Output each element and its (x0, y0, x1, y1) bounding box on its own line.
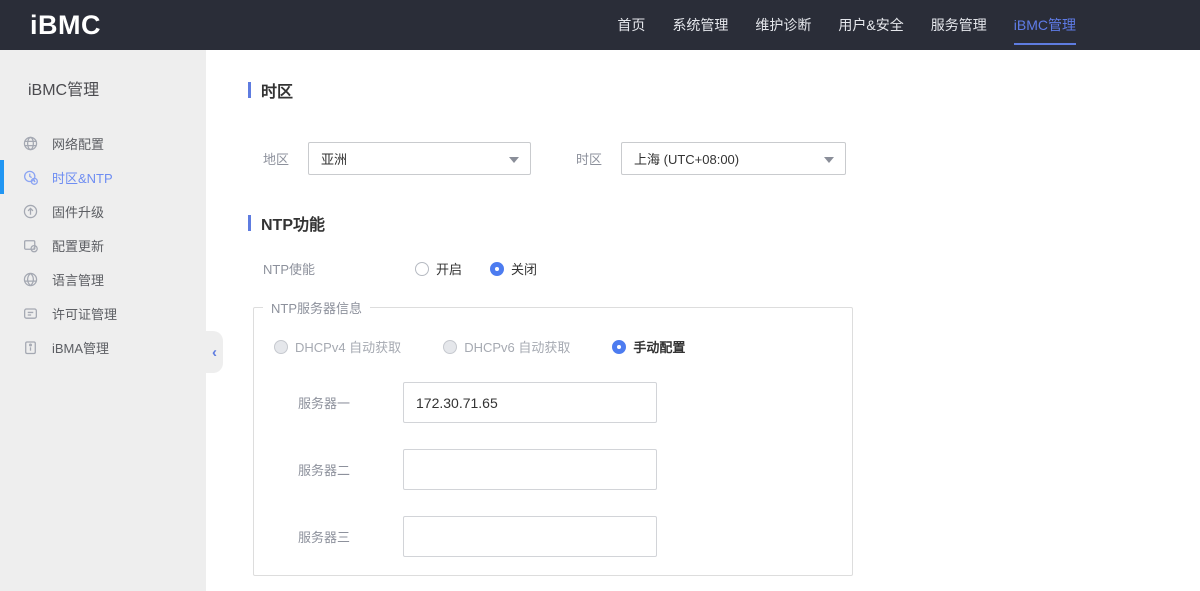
radio-label: 关闭 (511, 262, 538, 277)
timezone-select-value: 上海 (UTC+08:00) (634, 152, 740, 167)
radio-option-enable-off[interactable]: 关闭 (490, 259, 537, 278)
ntp-server-row-3: 服务器三 (298, 516, 852, 557)
nav-item-maintenance-diagnostics[interactable]: 维护诊断 (755, 0, 811, 50)
sidebar-item-timezone-ntp[interactable]: 时区&NTP (0, 160, 206, 194)
radio-option-dhcpv6-auto[interactable]: DHCPv6 自动获取 (443, 337, 570, 356)
ntp-enable-label: NTP使能 (263, 262, 316, 277)
nav-item-user-security[interactable]: 用户&安全 (838, 0, 903, 50)
sidebar-item-label: 固件升级 (52, 204, 105, 220)
region-label: 地区 (263, 152, 290, 167)
ntp-server-info-group: NTP服务器信息 DHCPv4 自动获取 DHCPv6 自动获取 手动配置 服务… (253, 298, 853, 576)
timezone-icon (22, 169, 39, 186)
timezone-form-row: 地区 亚洲 时区 上海 (UTC+08:00) (263, 142, 1200, 175)
server-three-label: 服务器三 (298, 530, 351, 545)
nav-item-home[interactable]: 首页 (617, 0, 645, 50)
section-title-text: 时区 (261, 84, 294, 101)
ntp-enable-radio-group: 开启 关闭 (415, 259, 537, 278)
accent-bar (248, 215, 251, 231)
radio-label: 手动配置 (633, 340, 686, 355)
server-two-input[interactable] (403, 449, 657, 490)
radio-label: DHCPv6 自动获取 (464, 340, 571, 355)
sidebar-item-ibma-management[interactable]: iBMA管理 (0, 330, 206, 364)
radio-option-manual-config[interactable]: 手动配置 (612, 337, 685, 356)
sidebar-item-label: 配置更新 (52, 238, 105, 254)
ntp-server-mode-row: DHCPv4 自动获取 DHCPv6 自动获取 手动配置 (274, 337, 852, 356)
sidebar-collapse-button[interactable]: ‹ (206, 331, 223, 373)
ibmc-logo: iBMC (30, 9, 101, 40)
ntp-section-title: NTP功能 (248, 211, 1200, 235)
region-select-value: 亚洲 (321, 152, 348, 167)
language-icon (22, 271, 39, 288)
firmware-upgrade-icon (22, 203, 39, 220)
timezone-section-title: 时区 (248, 78, 1200, 102)
ntp-server-info-legend: NTP服务器信息 (271, 301, 363, 316)
config-update-icon (22, 237, 39, 254)
sidebar-item-firmware-upgrade[interactable]: 固件升级 (0, 194, 206, 228)
radio-disabled-icon (274, 339, 288, 354)
server-one-input[interactable] (403, 382, 657, 423)
sidebar: iBMC管理 网络配置 时区&NTP 固件升级 配置更新 语言管理 许可证管理 … (0, 50, 223, 591)
region-select[interactable]: 亚洲 (308, 142, 531, 175)
sidebar-item-license-management[interactable]: 许可证管理 (0, 296, 206, 330)
nav-item-ibmc-management[interactable]: iBMC管理 (1013, 0, 1077, 50)
server-one-label: 服务器一 (298, 396, 351, 411)
radio-disabled-icon (443, 339, 458, 354)
top-nav: 首页 系统管理 维护诊断 用户&安全 服务管理 iBMC管理 (617, 0, 1077, 50)
timezone-select[interactable]: 上海 (UTC+08:00) (621, 142, 846, 175)
sidebar-item-label: 许可证管理 (52, 306, 118, 322)
ntp-server-row-2: 服务器二 (298, 449, 852, 490)
chevron-left-icon: ‹ (212, 343, 217, 361)
server-three-input[interactable] (403, 516, 657, 557)
server-two-label: 服务器二 (298, 463, 351, 478)
top-bar: iBMC 首页 系统管理 维护诊断 用户&安全 服务管理 iBMC管理 (0, 0, 1200, 50)
sidebar-item-network-config[interactable]: 网络配置 (0, 126, 206, 160)
ibmc-screen: iBMC 首页 系统管理 维护诊断 用户&安全 服务管理 iBMC管理 iBMC… (0, 0, 1200, 591)
ntp-server-row-1: 服务器一 (298, 382, 852, 423)
chevron-down-icon (824, 157, 834, 163)
nav-item-system-management[interactable]: 系统管理 (672, 0, 728, 50)
radio-unchecked-icon[interactable] (415, 261, 429, 276)
chevron-down-icon (509, 157, 519, 163)
radio-option-dhcpv4-auto[interactable]: DHCPv4 自动获取 (274, 337, 401, 356)
sidebar-title: iBMC管理 (28, 82, 100, 99)
ntp-enable-row: NTP使能 开启 关闭 (263, 259, 1200, 278)
nav-item-service-management[interactable]: 服务管理 (931, 0, 987, 50)
ibma-icon (22, 339, 39, 356)
license-icon (22, 305, 39, 322)
sidebar-item-language-management[interactable]: 语言管理 (0, 262, 206, 296)
accent-bar (248, 82, 251, 98)
sidebar-item-label: 语言管理 (52, 272, 105, 288)
sidebar-item-label: iBMA管理 (52, 340, 110, 356)
radio-label: 开启 (436, 262, 463, 277)
sidebar-item-label: 网络配置 (52, 136, 105, 152)
sidebar-item-config-update[interactable]: 配置更新 (0, 228, 206, 262)
radio-label: DHCPv4 自动获取 (295, 340, 402, 355)
sidebar-item-label: 时区&NTP (52, 170, 113, 186)
radio-checked-icon[interactable] (490, 261, 505, 276)
radio-checked-icon[interactable] (612, 339, 627, 354)
network-icon (22, 135, 39, 152)
radio-option-enable-on[interactable]: 开启 (415, 259, 462, 278)
timezone-label: 时区 (576, 152, 603, 167)
sidebar-menu: 网络配置 时区&NTP 固件升级 配置更新 语言管理 许可证管理 iBMA管理 (0, 126, 206, 364)
section-title-text: NTP功能 (261, 217, 326, 234)
main-content: 时区 地区 亚洲 时区 上海 (UTC+08:00) NTP功能 NTP使能 开… (206, 50, 1200, 591)
